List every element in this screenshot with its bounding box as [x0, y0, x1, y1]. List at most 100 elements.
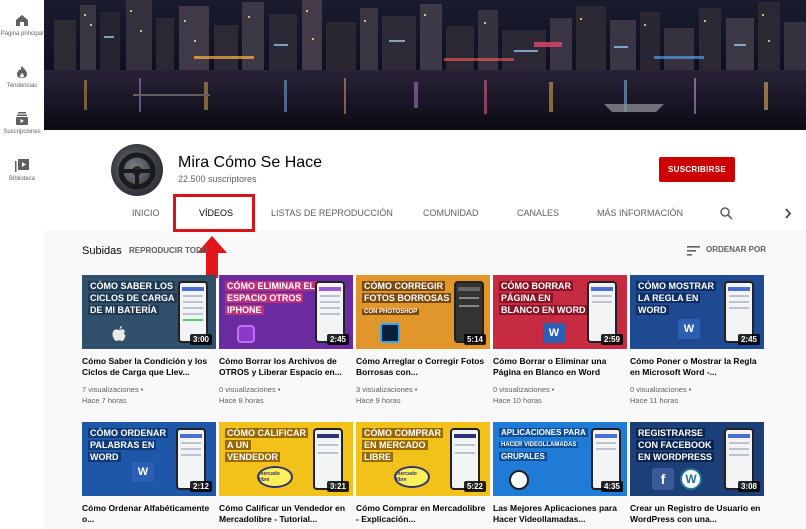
channel-tabs: INICIO VÍDEOS LISTAS DE REPRODUCCIÓN COM…	[44, 198, 806, 230]
sidebar-item-label: Suscripciones	[3, 129, 41, 135]
video-title[interactable]: Crear un Registro de Usuario en WordPres…	[630, 503, 762, 525]
thumbnail-headline: REGISTRARSE CON FACEBOOK EN WORDPRESS	[636, 428, 715, 462]
video-card[interactable]: CÓMO MOSTRAR LA REGLA EN WORD W 2:45 Cóm…	[630, 275, 764, 406]
photoshop-icon	[380, 323, 400, 343]
video-views: 3 visualizaciones •	[356, 385, 418, 394]
video-thumbnail[interactable]: CÓMO ORDENAR PALABRAS EN WORD W 2:12	[82, 422, 216, 496]
video-card[interactable]: APLICACIONES PARA HACER VIDEOLLAMADAS GR…	[493, 422, 627, 525]
steering-wheel-icon	[118, 152, 156, 190]
video-views: 7 visualizaciones •	[82, 385, 144, 394]
video-thumbnail[interactable]: CÓMO COMPRAR EN MERCADO LIBRE mercado li…	[356, 422, 490, 496]
video-duration: 4:35	[600, 481, 623, 492]
thumbnail-headline: APLICACIONES PARA HACER VIDEOLLAMADAS GR…	[499, 428, 588, 461]
uploads-title: Subidas	[82, 245, 122, 257]
thumbnail-headline: CÓMO ORDENAR PALABRAS EN WORD	[88, 428, 168, 462]
video-duration: 5:22	[463, 481, 486, 492]
channel-name: Mira Cómo Se Hace	[178, 154, 323, 171]
video-views: 0 visualizaciones •	[493, 385, 555, 394]
play-all-button[interactable]: REPRODUCIR TODO	[129, 246, 208, 255]
apple-logo-icon	[112, 326, 126, 341]
thumbnail-headline: CÓMO CORREGIR FOTOS BORROSAS CON PHOTOSH…	[362, 281, 452, 315]
tab-about[interactable]: MÁS INFORMACIÓN	[597, 208, 683, 218]
tab-community[interactable]: COMUNIDAD	[423, 208, 479, 218]
facebook-logo-icon: f	[652, 468, 674, 490]
video-card[interactable]: CÓMO COMPRAR EN MERCADO LIBRE mercado li…	[356, 422, 490, 525]
video-age: Hace 9 horas	[356, 396, 401, 405]
mercadolibre-logo-icon: mercado libre	[394, 466, 430, 488]
video-duration: 2:45	[326, 334, 349, 345]
video-title[interactable]: Cómo Calificar un Vendedor en Mercadolib…	[219, 503, 351, 525]
word-logo-icon: W	[132, 462, 154, 482]
search-icon[interactable]	[720, 207, 733, 220]
video-card[interactable]: CÓMO CORREGIR FOTOS BORROSAS CON PHOTOSH…	[356, 275, 490, 406]
sort-icon[interactable]	[687, 246, 700, 256]
city-skyline-image	[44, 0, 806, 130]
active-tab-underline	[133, 94, 210, 96]
video-age: Hace 11 horas	[630, 396, 679, 405]
thumbnail-headline: CÓMO ELIMINAR EL ESPACIO OTROS IPHONE	[225, 281, 317, 315]
video-title[interactable]: Cómo Borrar o Eliminar una Página en Bla…	[493, 356, 625, 378]
video-views: 0 visualizaciones •	[219, 385, 281, 394]
highlight-box	[173, 194, 255, 232]
channel-header: Mira Cómo Se Hace 22.500 suscriptores SU…	[44, 130, 806, 230]
video-age: Hace 8 horas	[219, 396, 264, 405]
sidebar-item-subscriptions[interactable]: Suscripciones	[0, 112, 44, 135]
subscriber-count: 22.500 suscriptores	[178, 174, 257, 184]
video-card[interactable]: CÓMO BORRAR PÁGINA EN BLANCO EN WORD W 2…	[493, 275, 627, 406]
sidebar-item-home[interactable]: Página principal	[0, 14, 44, 37]
video-duration: 3:00	[189, 334, 212, 345]
channel-avatar[interactable]	[111, 144, 163, 196]
video-duration: 2:45	[737, 334, 760, 345]
mercadolibre-logo-icon: mercado libre	[257, 466, 293, 488]
video-thumbnail[interactable]: CÓMO BORRAR PÁGINA EN BLANCO EN WORD W 2…	[493, 275, 627, 349]
video-age: Hace 10 horas	[493, 396, 542, 405]
video-title[interactable]: Cómo Poner o Mostrar la Regla en Microso…	[630, 356, 762, 378]
video-card[interactable]: CÓMO ELIMINAR EL ESPACIO OTROS IPHONE 2:…	[219, 275, 353, 406]
sidebar-item-label: Tendencias	[6, 83, 38, 89]
video-thumbnail[interactable]: CÓMO ELIMINAR EL ESPACIO OTROS IPHONE 2:…	[219, 275, 353, 349]
video-thumbnail[interactable]: CÓMO SABER LOS CICLOS DE CARGA DE MI BAT…	[82, 275, 216, 349]
video-title[interactable]: Cómo Comprar en Mercadolibre - Explicaci…	[356, 503, 488, 525]
video-duration: 3:08	[737, 481, 760, 492]
wordpress-logo-icon: W	[680, 468, 702, 490]
tab-home[interactable]: INICIO	[132, 208, 160, 218]
video-duration: 3:21	[326, 481, 349, 492]
library-icon	[15, 159, 29, 172]
video-thumbnail[interactable]: REGISTRARSE CON FACEBOOK EN WORDPRESS f …	[630, 422, 764, 496]
video-title[interactable]: Cómo Ordenar Alfabéticamente o...	[82, 503, 214, 525]
video-views: 0 visualizaciones •	[630, 385, 692, 394]
sidebar-item-label: Página principal	[0, 31, 44, 37]
word-logo-icon: W	[678, 319, 700, 339]
video-thumbnail[interactable]: CÓMO MOSTRAR LA REGLA EN WORD W 2:45	[630, 275, 764, 349]
sidebar-item-library[interactable]: Biblioteca	[0, 159, 44, 182]
app-logo-icon	[509, 470, 529, 490]
video-card[interactable]: CÓMO ORDENAR PALABRAS EN WORD W 2:12 Cóm…	[82, 422, 216, 525]
subscriptions-icon	[16, 112, 28, 125]
thumbnail-headline: CÓMO SABER LOS CICLOS DE CARGA DE MI BAT…	[88, 281, 177, 315]
thumbnail-headline: CÓMO BORRAR PÁGINA EN BLANCO EN WORD	[499, 281, 588, 315]
tab-channels[interactable]: CANALES	[517, 208, 559, 218]
sidebar-item-trending[interactable]: Tendencias	[0, 65, 44, 89]
subscribe-button[interactable]: SUSCRIBIRSE	[659, 157, 735, 182]
video-thumbnail[interactable]: CÓMO CORREGIR FOTOS BORROSAS CON PHOTOSH…	[356, 275, 490, 349]
video-card[interactable]: REGISTRARSE CON FACEBOOK EN WORDPRESS f …	[630, 422, 764, 525]
thumbnail-headline: CÓMO MOSTRAR LA REGLA EN WORD	[636, 281, 716, 315]
app-icon	[237, 325, 255, 343]
video-title[interactable]: Cómo Arreglar o Corregir Fotos Borrosas …	[356, 356, 488, 378]
video-title[interactable]: Las Mejores Aplicaciones para Hacer Vide…	[493, 503, 625, 525]
sort-button[interactable]: ORDENAR POR	[706, 245, 766, 254]
video-title[interactable]: Cómo Borrar los Archivos de OTROS y Libe…	[219, 356, 351, 378]
mini-sidebar: Página principal Tendencias Suscripcione…	[0, 0, 44, 529]
sidebar-item-label: Biblioteca	[8, 176, 35, 182]
video-duration: 5:14	[463, 334, 486, 345]
video-card[interactable]: CÓMO CALIFICAR A UN VENDEDOR mercado lib…	[219, 422, 353, 525]
chevron-right-icon[interactable]	[784, 208, 792, 219]
uploads-bar: Subidas REPRODUCIR TODO ORDENAR POR	[82, 240, 772, 260]
tab-playlists[interactable]: LISTAS DE REPRODUCCIÓN	[271, 208, 393, 218]
video-card[interactable]: CÓMO SABER LOS CICLOS DE CARGA DE MI BAT…	[82, 275, 216, 406]
video-duration: 2:59	[600, 334, 623, 345]
video-title[interactable]: Cómo Saber la Condición y los Ciclos de …	[82, 356, 214, 378]
video-age: Hace 7 horas	[82, 396, 127, 405]
video-thumbnail[interactable]: APLICACIONES PARA HACER VIDEOLLAMADAS GR…	[493, 422, 627, 496]
video-thumbnail[interactable]: CÓMO CALIFICAR A UN VENDEDOR mercado lib…	[219, 422, 353, 496]
